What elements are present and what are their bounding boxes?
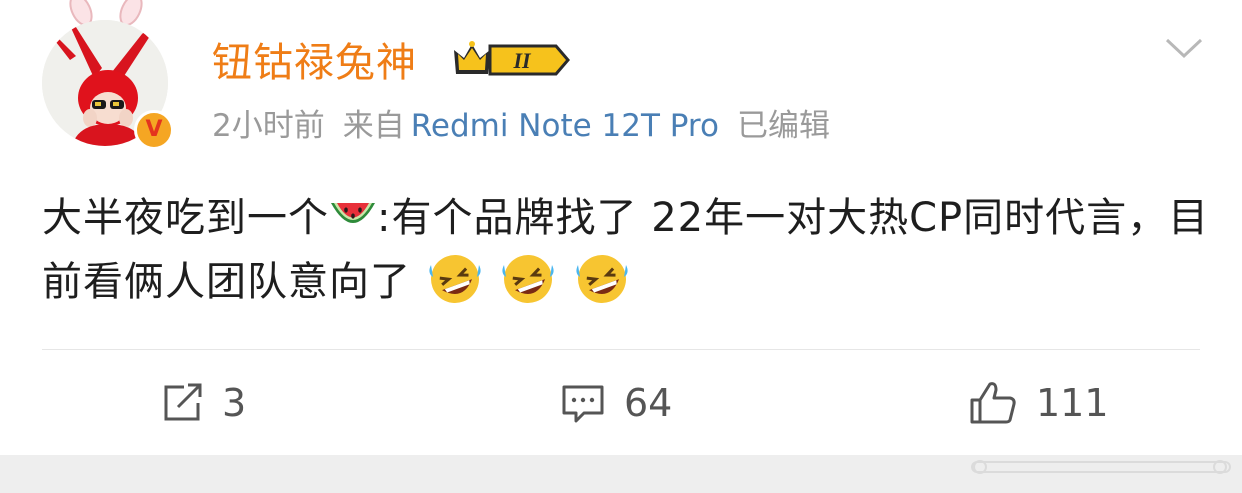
content-text-1: 大半夜吃到一个 [42,195,329,241]
post-content: 大半夜吃到一个 :有个品牌找了 22年一对大热CP同时代言，目前看俩人团队意向了 [42,186,1212,314]
comment-count: 64 [624,381,673,425]
avatar-container[interactable]: V [36,0,176,150]
thumbs-up-icon [970,382,1016,424]
crown-level-badge-icon[interactable]: II [452,36,570,80]
like-count: 111 [1036,381,1109,425]
source-prefix: 来自 [342,108,405,144]
rolling-laughing-emoji-icon-1 [429,255,481,303]
comment-button[interactable]: 64 [560,378,672,428]
edited-label[interactable]: 已编辑 [737,108,830,144]
post-meta: 2小时前 来自 Redmi Note 12T Pro 已编辑 [212,100,848,145]
comment-icon [562,385,604,423]
divider [42,349,1200,350]
device-name[interactable]: Redmi Note 12T Pro [411,108,719,144]
watermelon-emoji-icon [331,203,375,223]
like-button[interactable]: 111 [968,378,1109,428]
watermark-icon [971,460,1231,474]
repost-button[interactable]: 3 [162,378,246,428]
verified-badge-icon: V [134,110,174,150]
weibo-post-card: V 钮钴禄兔神 II 2小时前 来自 Redmi Note 12T Pro 已编辑 大… [0,0,1242,493]
author-name[interactable]: 钮钴禄兔神 [212,30,417,88]
rolling-laughing-emoji-icon-2 [502,255,555,303]
chevron-down-icon[interactable] [1164,36,1204,60]
post-time: 2小时前 [212,108,325,144]
repost-count: 3 [222,381,247,425]
repost-icon [164,383,202,421]
rolling-laughing-emoji-icon-3 [576,255,628,303]
level-badge-text: II [512,48,532,73]
